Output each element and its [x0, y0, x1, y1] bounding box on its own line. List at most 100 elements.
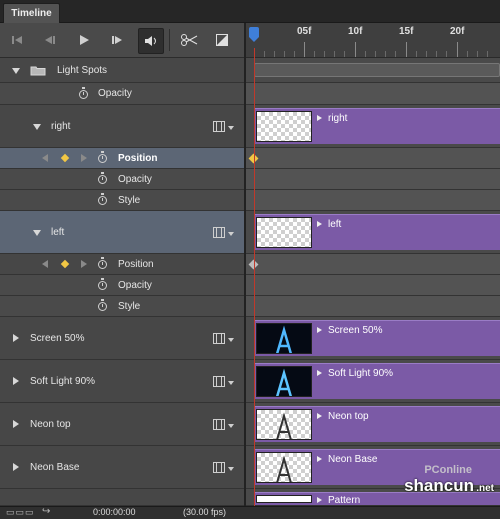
stopwatch-icon[interactable] [98, 172, 107, 184]
chevron-down-icon[interactable] [228, 338, 234, 342]
layer-name: Neon Base [30, 462, 80, 473]
expand-toggle-icon[interactable] [13, 377, 19, 385]
ruler-minor-tick [487, 51, 488, 57]
clip-expand-icon[interactable] [317, 497, 322, 503]
convert-frames-icon[interactable]: ▭▭▭ [6, 507, 35, 518]
layer-soft-light-90[interactable]: Soft Light 90% [0, 360, 244, 403]
previous-frame-icon [45, 36, 55, 44]
layer-name: right [51, 121, 71, 132]
expand-toggle-icon[interactable] [13, 334, 19, 342]
property-row-style[interactable]: Style [0, 296, 244, 317]
clip-screen-50[interactable]: Screen 50% [254, 320, 500, 356]
previous-keyframe-icon[interactable] [42, 260, 48, 268]
layer-neon-top[interactable]: Neon top [0, 403, 244, 446]
keyframe-diamond-icon[interactable] [60, 153, 70, 163]
layer-group-light-spots[interactable]: Light Spots [0, 58, 244, 83]
property-row-opacity[interactable]: Opacity [0, 169, 244, 190]
next-frame-icon [112, 36, 122, 44]
collapse-toggle-icon[interactable] [33, 230, 41, 236]
chevron-down-icon[interactable] [228, 232, 234, 236]
ruler-minor-tick [467, 51, 468, 57]
clip-expand-icon[interactable] [317, 456, 322, 462]
split-at-playhead-button[interactable] [177, 28, 201, 52]
render-icon[interactable]: ↪ [42, 506, 50, 517]
stopwatch-icon[interactable] [98, 278, 107, 290]
transition-icon [216, 34, 228, 46]
ruler-minor-tick [416, 51, 417, 57]
property-row-opacity[interactable]: Opacity [0, 83, 244, 105]
clip-expand-icon[interactable] [317, 370, 322, 376]
clip-expand-icon[interactable] [317, 221, 322, 227]
tab-timeline[interactable]: Timeline [3, 3, 60, 23]
clip-thumbnail [256, 452, 312, 483]
track-screen-50: Screen 50% [246, 317, 500, 360]
clip-expand-icon[interactable] [317, 327, 322, 333]
group-clip-bar[interactable] [254, 63, 500, 77]
stopwatch-icon[interactable] [98, 299, 107, 311]
stopwatch-icon[interactable] [98, 151, 107, 163]
clip-name: Neon Base [328, 454, 378, 465]
track-soft-light-90: Soft Light 90% [246, 360, 500, 403]
layer-left[interactable]: left [0, 211, 244, 254]
property-row-style[interactable]: Style [0, 190, 244, 211]
status-bar: ▭▭▭ ↪ 0:00:00:00 (30.00 fps) [0, 506, 500, 519]
ruler-minor-tick [334, 51, 335, 57]
film-strip-icon[interactable] [213, 333, 225, 344]
playhead-handle[interactable] [249, 27, 259, 42]
clip-soft-light-90[interactable]: Soft Light 90% [254, 363, 500, 399]
transition-button[interactable] [210, 28, 234, 52]
next-keyframe-icon[interactable] [81, 154, 87, 162]
stopwatch-icon[interactable] [79, 87, 88, 99]
collapse-toggle-icon[interactable] [12, 68, 20, 74]
film-strip-icon[interactable] [213, 376, 225, 387]
film-strip-icon[interactable] [213, 227, 225, 238]
film-strip-icon[interactable] [213, 462, 225, 473]
chevron-down-icon[interactable] [228, 424, 234, 428]
layer-name: left [51, 227, 65, 238]
clip-right[interactable]: right [254, 108, 500, 144]
stopwatch-icon[interactable] [98, 193, 107, 205]
expand-toggle-icon[interactable] [13, 420, 19, 428]
layer-pattern[interactable] [0, 489, 244, 506]
play-button[interactable] [72, 28, 96, 52]
previous-keyframe-icon[interactable] [42, 154, 48, 162]
ruler-minor-tick [274, 51, 275, 57]
next-frame-button[interactable] [105, 28, 129, 52]
folder-icon [30, 66, 46, 76]
time-ruler[interactable]: 05f 10f 15f 20f [246, 23, 500, 58]
ruler-minor-tick [344, 51, 345, 57]
layer-screen-50[interactable]: Screen 50% [0, 317, 244, 360]
expand-toggle-icon[interactable] [13, 463, 19, 471]
track-left: left [246, 211, 500, 254]
layer-neon-base[interactable]: Neon Base [0, 446, 244, 489]
clip-expand-icon[interactable] [317, 413, 322, 419]
ruler-minor-tick [395, 51, 396, 57]
property-row-position[interactable]: Position [0, 148, 244, 169]
film-strip-icon[interactable] [213, 419, 225, 430]
frame-rate: (30.00 fps) [183, 507, 227, 517]
clip-expand-icon[interactable] [317, 115, 322, 121]
property-row-opacity[interactable]: Opacity [0, 275, 244, 296]
neon-letter-icon [275, 368, 293, 396]
neon-letter-icon [276, 455, 292, 482]
audio-button[interactable] [138, 28, 164, 54]
clip-left[interactable]: left [254, 214, 500, 250]
track-opacity [246, 275, 500, 296]
chevron-down-icon[interactable] [228, 467, 234, 471]
next-keyframe-icon[interactable] [81, 260, 87, 268]
ruler-tick [304, 42, 305, 57]
clip-neon-top[interactable]: Neon top [254, 406, 500, 442]
chevron-down-icon[interactable] [228, 126, 234, 130]
property-row-position[interactable]: Position [0, 254, 244, 275]
clip-name: Screen 50% [328, 325, 383, 336]
chevron-down-icon[interactable] [228, 381, 234, 385]
keyframe-diamond-icon[interactable] [60, 259, 70, 269]
ruler-minor-tick [375, 51, 376, 57]
layer-right[interactable]: right [0, 105, 244, 148]
property-label: Style [118, 301, 141, 312]
go-to-first-frame-button[interactable] [5, 28, 29, 52]
collapse-toggle-icon[interactable] [33, 124, 41, 130]
previous-frame-button[interactable] [38, 28, 62, 52]
film-strip-icon[interactable] [213, 121, 225, 132]
stopwatch-icon[interactable] [98, 257, 107, 269]
